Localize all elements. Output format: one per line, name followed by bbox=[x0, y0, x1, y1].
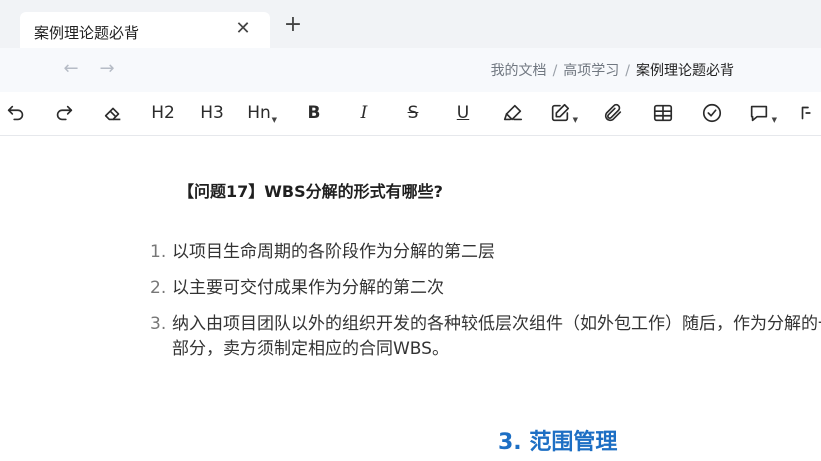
undo-button[interactable] bbox=[2, 100, 30, 126]
eraser-icon bbox=[104, 107, 121, 121]
close-icon[interactable]: ✕ bbox=[230, 16, 256, 42]
edit-dropdown[interactable]: ▼ bbox=[546, 100, 578, 126]
redo-button[interactable] bbox=[50, 100, 78, 126]
heading-3-button[interactable]: H3 bbox=[198, 100, 226, 126]
breadcrumb-item-study[interactable]: 高项学习 bbox=[563, 63, 619, 79]
speech-bubble-icon bbox=[750, 105, 768, 122]
list-item: 3. 纳入由项目团队以外的组织开发的各种较低层次组件（如外包工作）随后，作为分解… bbox=[150, 312, 821, 362]
chevron-down-icon: ▼ bbox=[271, 116, 277, 124]
back-arrow-icon[interactable]: ← bbox=[60, 58, 82, 80]
comment-dropdown[interactable]: ▼ bbox=[745, 100, 777, 126]
ordered-list: 1. 以项目生命周期的各阶段作为分解的第二层 2. 以主要可交付成果作为分解的第… bbox=[150, 240, 821, 373]
breadcrumb-separator: / bbox=[625, 63, 630, 79]
more-icon bbox=[801, 106, 811, 120]
attachment-button[interactable] bbox=[599, 100, 627, 126]
clear-format-button[interactable] bbox=[99, 100, 127, 126]
nav-bar: ← → 我的文档 / 高项学习 / 案例理论题必背 bbox=[0, 48, 821, 93]
heading-n-label: Hn bbox=[247, 103, 271, 123]
bold-button[interactable]: B bbox=[300, 100, 328, 126]
list-text: 纳入由项目团队以外的组织开发的各种较低层次组件（如外包工作）随后，作为分解的一部… bbox=[172, 314, 821, 359]
strikethrough-button[interactable]: S bbox=[399, 100, 427, 126]
section-heading: 3. 范围管理 bbox=[498, 430, 618, 455]
chevron-down-icon: ▼ bbox=[771, 116, 777, 124]
redo-icon bbox=[56, 105, 73, 121]
tab-active[interactable]: 案例理论题必背 ✕ bbox=[20, 12, 270, 48]
list-number: 2. bbox=[150, 278, 167, 298]
italic-button[interactable]: I bbox=[350, 100, 378, 126]
check-circle-icon bbox=[702, 103, 722, 123]
heading-2-label: H2 bbox=[151, 103, 175, 123]
breadcrumb: 我的文档 / 高项学习 / 案例理论题必背 bbox=[491, 60, 734, 80]
underline-button[interactable]: U bbox=[449, 100, 477, 126]
document-body: 【问题17】WBS分解的形式有哪些? 1. 以项目生命周期的各阶段作为分解的第二… bbox=[0, 136, 821, 461]
tab-strip: 案例理论题必背 ✕ + bbox=[0, 0, 821, 48]
new-tab-icon[interactable]: + bbox=[282, 14, 304, 36]
breadcrumb-item-current: 案例理论题必背 bbox=[636, 63, 734, 79]
list-text: 以主要可交付成果作为分解的第二次 bbox=[172, 278, 444, 298]
chevron-down-icon: ▼ bbox=[572, 116, 578, 124]
strikethrough-label: S bbox=[407, 103, 419, 123]
question-heading: 【问题17】WBS分解的形式有哪些? bbox=[178, 182, 443, 201]
tab-title: 案例理论题必背 bbox=[34, 24, 140, 42]
table-icon bbox=[653, 104, 673, 122]
breadcrumb-item-my-docs[interactable]: 我的文档 bbox=[491, 63, 547, 79]
task-button[interactable] bbox=[698, 100, 726, 126]
list-number: 1. bbox=[150, 242, 167, 262]
italic-label: I bbox=[360, 103, 368, 123]
heading-n-dropdown[interactable]: Hn ▼ bbox=[245, 100, 277, 126]
editor-toolbar: H2 H3 Hn ▼ B I S U ▼ ▼ bbox=[0, 92, 821, 136]
heading-2-button[interactable]: H2 bbox=[149, 100, 177, 126]
more-button[interactable] bbox=[794, 100, 821, 126]
breadcrumb-separator: / bbox=[552, 63, 558, 79]
list-item: 2. 以主要可交付成果作为分解的第二次 bbox=[150, 276, 821, 301]
list-text: 以项目生命周期的各阶段作为分解的第二层 bbox=[172, 242, 495, 262]
highlighter-icon bbox=[503, 104, 523, 121]
undo-icon bbox=[7, 105, 24, 121]
bold-label: B bbox=[307, 103, 321, 123]
underline-label: U bbox=[456, 103, 470, 123]
paperclip-icon bbox=[604, 103, 622, 122]
pencil-square-icon bbox=[551, 103, 570, 122]
list-item: 1. 以项目生命周期的各阶段作为分解的第二层 bbox=[150, 240, 821, 265]
forward-arrow-icon[interactable]: → bbox=[96, 58, 118, 80]
heading-3-label: H3 bbox=[200, 103, 224, 123]
highlight-button[interactable] bbox=[499, 100, 527, 126]
table-button[interactable] bbox=[649, 100, 677, 126]
list-number: 3. bbox=[150, 314, 167, 334]
